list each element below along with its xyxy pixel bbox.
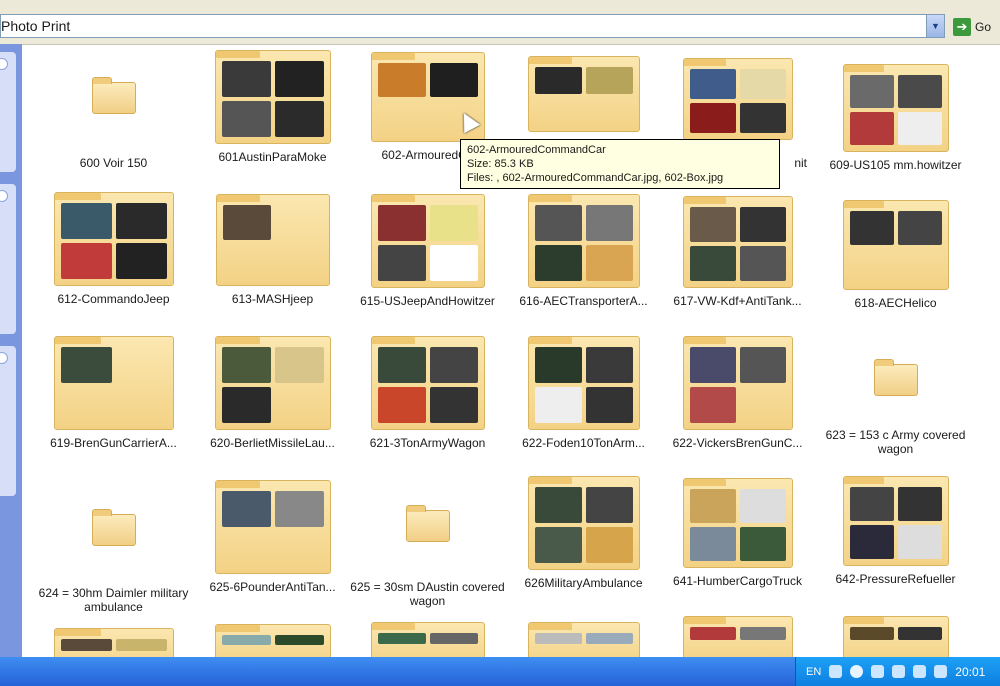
collapse-icon[interactable] xyxy=(0,352,8,364)
address-bar: Photo Print ▼ ➔ Go xyxy=(0,0,1000,45)
collapse-icon[interactable] xyxy=(0,190,8,202)
folder-label: 624 = 30hm Daimler military ambulance xyxy=(38,586,189,614)
folder-thumbnail-icon xyxy=(842,476,949,566)
folder-label: 619-BrenGunCarrierA... xyxy=(50,436,177,450)
folder-label: 615-USJeepAndHowitzer xyxy=(360,294,495,308)
folder-item[interactable]: 612-CommandoJeep xyxy=(36,192,191,306)
security-icon[interactable] xyxy=(913,665,927,678)
folder-item[interactable]: 609-US105 mm.howitzer xyxy=(818,64,973,172)
folder-item[interactable]: 600 Voir 150 xyxy=(36,72,191,170)
folder-thumbnail-icon xyxy=(53,192,174,286)
folder-view: 600 Voir 150 601AustinParaMoke 602-Armou… xyxy=(28,44,1000,674)
folder-thumbnail-icon xyxy=(53,336,174,430)
folder-thumbnail-icon xyxy=(215,194,330,286)
folder-item[interactable]: 623 = 153 c Army covered wagon xyxy=(818,359,973,456)
folder-icon xyxy=(91,509,136,546)
go-arrow-icon: ➔ xyxy=(953,18,971,36)
keyboard-icon[interactable] xyxy=(829,665,843,678)
folder-thumbnail-icon xyxy=(214,480,331,574)
folder-item[interactable]: 625-6PounderAntiTan... xyxy=(195,480,350,594)
task-pane-section[interactable] xyxy=(0,184,16,334)
go-label: Go xyxy=(975,20,992,34)
folder-label: 620-BerlietMissileLau... xyxy=(210,436,335,450)
folder-item[interactable] xyxy=(506,56,661,138)
task-pane xyxy=(0,44,22,664)
folder-item[interactable]: 615-USJeepAndHowitzer xyxy=(350,194,505,308)
folder-item[interactable]: 624 = 30hm Daimler military ambulance xyxy=(36,509,191,614)
folder-icon xyxy=(873,359,918,396)
folder-thumbnail-icon xyxy=(214,336,331,430)
folder-item[interactable]: 601AustinParaMoke xyxy=(195,50,350,164)
tooltip-name: 602-ArmouredCommandCar xyxy=(467,144,606,156)
folder-item[interactable]: 622-VickersBrenGunC... xyxy=(660,336,815,450)
volume-icon[interactable] xyxy=(892,665,906,678)
taskbar: EN 20:01 xyxy=(0,657,1000,686)
folder-item[interactable]: 625 = 30sm DAustin covered wagon xyxy=(350,505,505,608)
folder-label: 622-Foden10TonArm... xyxy=(522,436,645,450)
folder-thumbnail-icon xyxy=(682,196,793,288)
folder-thumbnail-icon xyxy=(842,64,949,152)
folder-thumbnail-icon xyxy=(842,200,949,290)
language-indicator[interactable]: EN xyxy=(806,666,821,678)
task-pane-section[interactable] xyxy=(0,346,16,496)
folder-label: 622-VickersBrenGunC... xyxy=(672,436,803,450)
folder-icon xyxy=(405,505,450,542)
folder-label: 609-US105 mm.howitzer xyxy=(829,158,962,172)
folder-item[interactable]: 618-AECHelico xyxy=(818,200,973,310)
folder-label: 613-MASHjeep xyxy=(231,292,314,306)
folder-label: 621-3TonArmyWagon xyxy=(369,436,486,450)
folder-label: 625 = 30sm DAustin covered wagon xyxy=(350,580,505,608)
folder-thumbnail-icon xyxy=(527,336,640,430)
folder-item[interactable]: 619-BrenGunCarrierA... xyxy=(36,336,191,450)
network-icon[interactable] xyxy=(871,665,885,678)
collapse-icon[interactable] xyxy=(0,58,8,70)
file-tooltip: 602-ArmouredCommandCar Size: 85.3 KB Fil… xyxy=(460,139,780,189)
folder-icon xyxy=(91,77,136,114)
system-tray: EN 20:01 xyxy=(795,657,1000,686)
folder-thumbnail-icon xyxy=(682,58,793,140)
address-text: Photo Print xyxy=(1,18,71,34)
tooltip-files: Files: , 602-ArmouredCommandCar.jpg, 602… xyxy=(467,172,724,184)
folder-item[interactable]: 642-PressureRefueller xyxy=(818,476,973,586)
back-arrow-icon[interactable] xyxy=(850,665,864,678)
folder-item[interactable]: 622-Foden10TonArm... xyxy=(506,336,661,450)
folder-item[interactable]: 620-BerlietMissileLau... xyxy=(195,336,350,450)
folder-label: 642-PressureRefueller xyxy=(835,572,956,586)
folder-item[interactable]: 641-HumberCargoTruck xyxy=(660,478,815,588)
folder-label: 641-HumberCargoTruck xyxy=(673,574,802,588)
folder-item[interactable]: 621-3TonArmyWagon xyxy=(350,336,505,450)
clock[interactable]: 20:01 xyxy=(955,665,985,679)
folder-label: 600 Voir 150 xyxy=(79,156,148,170)
address-field[interactable]: Photo Print ▼ xyxy=(0,14,945,38)
folder-thumbnail-icon xyxy=(682,336,793,430)
folder-label: 626MilitaryAmbulance xyxy=(524,576,643,590)
folder-label: 617-VW-Kdf+AntiTank... xyxy=(673,294,802,308)
folder-thumbnail-icon xyxy=(214,50,331,144)
folder-label: 616-AECTransporterA... xyxy=(519,294,648,308)
tooltip-size: Size: 85.3 KB xyxy=(467,158,534,170)
task-pane-section[interactable] xyxy=(0,52,16,172)
folder-thumbnail-icon xyxy=(527,56,640,132)
folder-thumbnail-icon xyxy=(370,194,485,288)
folder-item[interactable]: 613-MASHjeep xyxy=(195,194,350,306)
chevron-down-icon: ▼ xyxy=(931,21,940,31)
update-icon[interactable] xyxy=(934,665,948,678)
folder-item[interactable]: 617-VW-Kdf+AntiTank... xyxy=(660,196,815,308)
folder-label: 625-6PounderAntiTan... xyxy=(209,580,336,594)
folder-thumbnail-icon xyxy=(527,194,640,288)
folder-label: 623 = 153 c Army covered wagon xyxy=(825,428,966,456)
folder-label: 612-CommandoJeep xyxy=(57,292,170,306)
folder-thumbnail-icon xyxy=(370,336,485,430)
folder-label: 618-AECHelico xyxy=(854,296,937,310)
folder-thumbnail-icon xyxy=(682,478,793,568)
folder-label: 601AustinParaMoke xyxy=(218,150,327,164)
folder-item[interactable]: 616-AECTransporterA... xyxy=(506,194,661,308)
folder-thumbnail-icon xyxy=(527,476,640,570)
folder-item[interactable]: 626MilitaryAmbulance xyxy=(506,476,661,590)
go-button[interactable]: ➔ Go xyxy=(953,16,1000,38)
address-dropdown-button[interactable]: ▼ xyxy=(926,15,944,37)
